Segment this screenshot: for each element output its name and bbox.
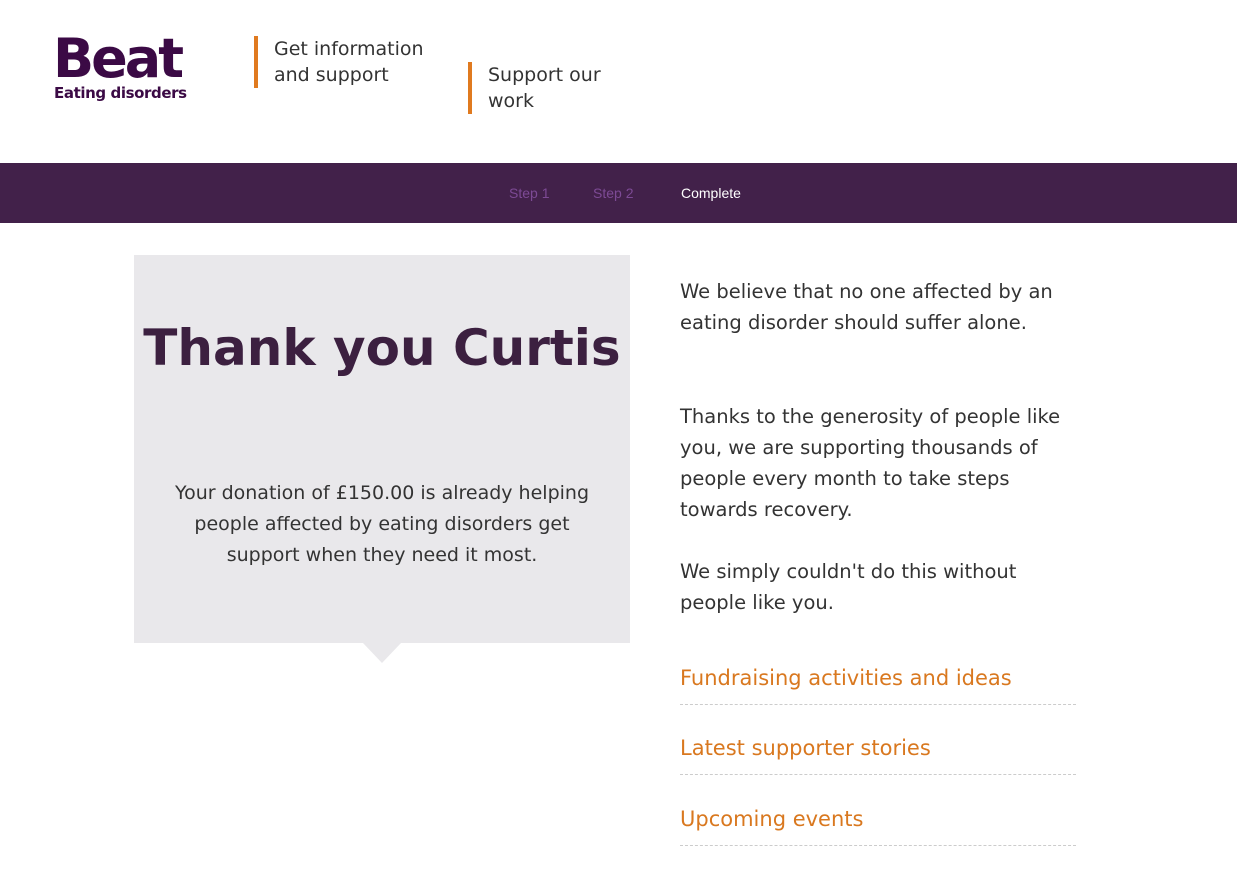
logo-wordmark: Beat [53,27,184,90]
step-complete: Complete [681,185,741,201]
link-label: Latest supporter stories [680,736,931,760]
link-supporter-stories[interactable]: Latest supporter stories [680,726,1076,775]
site-header: Beat Eating disorders Get information an… [0,0,1237,163]
mission-paragraph: We believe that no one affected by an ea… [680,280,1053,334]
link-label: Fundraising activities and ideas [680,666,1012,690]
link-upcoming-events[interactable]: Upcoming events [680,797,1076,846]
step-1: Step 1 [509,185,550,201]
impact-paragraph: Thanks to the generosity of people like … [680,405,1061,521]
donation-steps-bar: Step 1 Step 2 Complete [0,163,1237,223]
panel-pointer [363,643,401,663]
beat-logo[interactable]: Beat Eating disorders [53,32,203,104]
thank-you-heading: Thank you Curtis [143,319,621,377]
gratitude-paragraph: We simply couldn't do this without peopl… [680,560,1017,614]
thank-you-panel [134,255,630,643]
step-2: Step 2 [593,185,634,201]
link-label: Upcoming events [680,807,864,831]
nav-support-our-work[interactable]: Support our work [468,62,638,114]
donation-message: Your donation of £150.00 is already help… [174,482,590,566]
link-fundraising-ideas[interactable]: Fundraising activities and ideas [680,656,1076,705]
nav-get-information[interactable]: Get information and support [254,36,424,88]
logo-subtitle: Eating disorders [54,84,187,102]
